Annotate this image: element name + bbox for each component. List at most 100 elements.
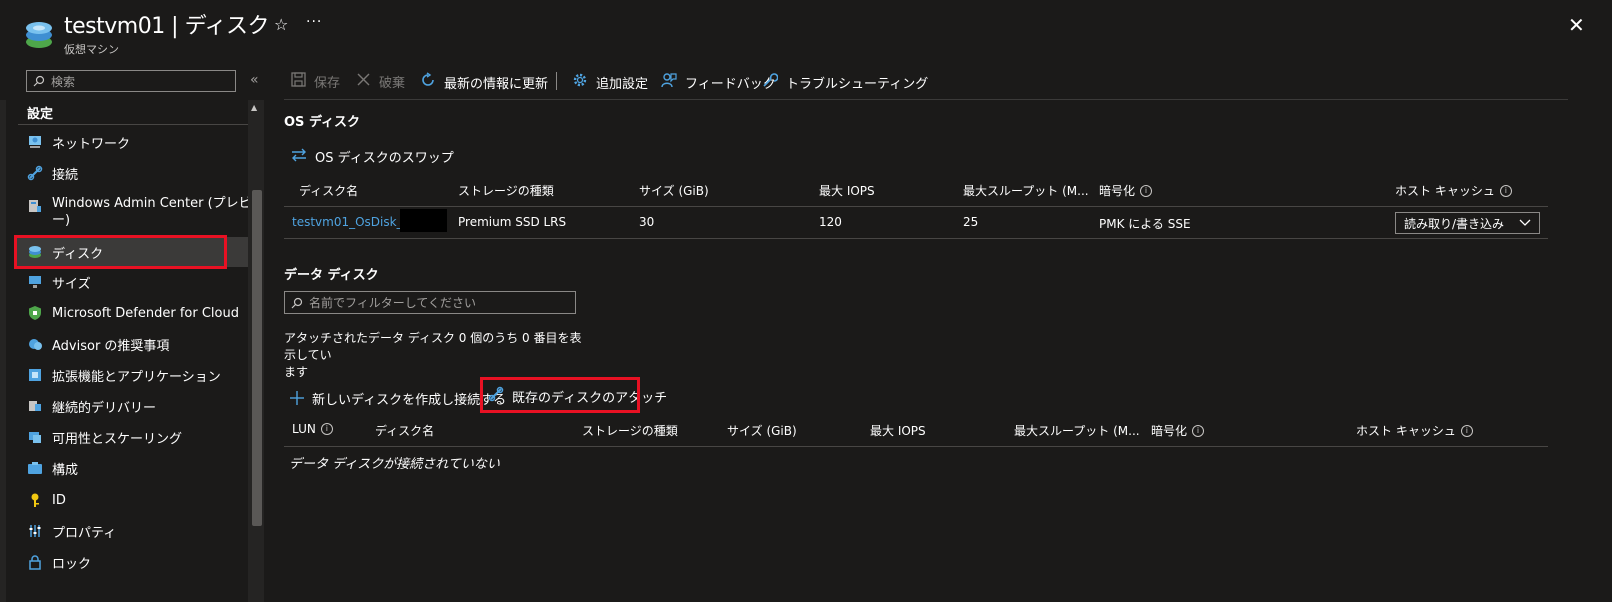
nav-item-label: サイズ [52, 276, 91, 292]
favorite-star-icon[interactable]: ☆ [274, 15, 288, 34]
more-options-icon[interactable]: ··· [306, 14, 322, 30]
highlight-box-attach [480, 377, 640, 413]
nav-item-label: 接続 [52, 167, 79, 183]
data-table-divider [284, 446, 1548, 447]
defender-icon [26, 304, 44, 322]
feedback-icon [661, 72, 677, 92]
nav-search-input[interactable]: 検索 [26, 70, 236, 92]
data-col-lun: LUN i [292, 422, 333, 436]
nav-item-availability[interactable]: 可用性とスケーリング [16, 422, 250, 452]
data-col-size: サイズ (GiB) [727, 424, 797, 438]
nav-item-extensions[interactable]: 拡張機能とアプリケーション [16, 360, 250, 390]
data-col-host-cache: ホスト キャッシュ i [1356, 422, 1473, 439]
os-disk-name-link[interactable]: testvm01_OsDisk_1_ [292, 215, 416, 229]
os-disk-size: 30 [639, 215, 655, 229]
info-icon[interactable]: i [1499, 184, 1512, 197]
gear-icon [572, 72, 588, 92]
data-col-lun-label: LUN [292, 422, 316, 436]
nav-item-label-line2: ー) [52, 213, 71, 228]
save-button[interactable]: 保存 [291, 72, 340, 91]
host-cache-select[interactable]: 読み取り/書き込み [1395, 212, 1540, 234]
refresh-button[interactable]: 最新の情報に更新 [420, 72, 548, 92]
create-attach-new-disk-button[interactable]: 新しいディスクを作成し接続する [290, 386, 506, 410]
nav-item-connect[interactable]: 接続 [16, 158, 250, 188]
collapse-nav-icon[interactable]: « [250, 72, 259, 88]
nav-item-windows-admin-center[interactable]: Windows Admin Center (プレビュ ー) [16, 191, 265, 233]
nav-item-lock[interactable]: ロック [16, 547, 250, 577]
os-col-max-throughput: 最大スループット (M... [963, 184, 1089, 198]
identity-icon [26, 491, 44, 509]
swap-icon [291, 148, 307, 166]
info-icon[interactable]: i [1140, 184, 1153, 197]
search-icon [291, 297, 303, 308]
close-icon[interactable]: ✕ [1568, 13, 1585, 37]
data-col-storage-type: ストレージの種類 [582, 424, 678, 438]
os-col-storage-type: ストレージの種類 [458, 184, 554, 198]
nav-item-size[interactable]: サイズ [16, 267, 250, 297]
os-disk-row: testvm01_OsDisk_1_ [292, 215, 416, 229]
advisor-icon [26, 335, 44, 353]
feedback-button[interactable]: フィードバック [661, 72, 776, 92]
toolbar-separator [556, 72, 557, 90]
nav-item-label: ロック [52, 556, 92, 572]
os-table-divider [284, 206, 1548, 207]
toolbar-divider [284, 99, 1568, 100]
data-disk-filter-input[interactable]: 名前でフィルターしてください [284, 291, 576, 314]
data-disk-count-line2: ます [284, 365, 309, 379]
nav-item-label: 継続的デリバリー [52, 400, 157, 416]
nav-item-label-multiline: Windows Admin Center (プレビュ ー) [52, 195, 265, 229]
plus-icon [290, 386, 304, 410]
wrench-icon [762, 72, 779, 92]
data-disk-title: データ ディスク [284, 268, 379, 283]
nav-item-label: 可用性とスケーリング [52, 431, 183, 447]
nav-item-identity[interactable]: ID [16, 485, 250, 515]
os-col-max-iops: 最大 IOPS [819, 184, 875, 198]
lock-icon [26, 553, 44, 571]
additional-settings-button[interactable]: 追加設定 [572, 72, 648, 92]
nav-item-label: ID [52, 492, 66, 508]
refresh-icon [420, 72, 436, 92]
search-icon [33, 75, 45, 87]
info-icon[interactable]: i [1460, 424, 1473, 437]
nav-item-label: プロパティ [52, 525, 117, 541]
nav-item-configuration[interactable]: 構成 [16, 453, 250, 483]
host-cache-value: 読み取り/書き込み [1404, 216, 1505, 231]
nav-item-properties[interactable]: プロパティ [16, 516, 250, 546]
left-edge-strip [0, 100, 6, 602]
os-col-encryption-label: 暗号化 [1099, 184, 1136, 198]
scroll-up-icon[interactable]: ▲ [251, 103, 257, 112]
data-col-disk-name: ディスク名 [375, 424, 435, 438]
nav-item-label-line1: Windows Admin Center (プレビュ [52, 196, 265, 211]
nav-item-label: ネットワーク [52, 136, 131, 152]
os-disk-encryption: PMK による SSE [1099, 217, 1191, 231]
extensions-icon [26, 366, 44, 384]
nav-item-network[interactable]: ネットワーク [16, 127, 250, 157]
save-icon [291, 72, 306, 91]
os-disk-throughput: 25 [963, 215, 979, 229]
create-attach-label: 新しいディスクを作成し接続する [312, 392, 507, 408]
refresh-label: 最新の情報に更新 [444, 76, 549, 92]
data-col-host-cache-label: ホスト キャッシュ [1356, 424, 1456, 438]
nav-scrollbar-thumb[interactable] [252, 190, 262, 526]
empty-data-disk-message: データ ディスクが接続されていない [289, 457, 500, 472]
nav-item-defender[interactable]: Microsoft Defender for Cloud [16, 298, 250, 328]
nav-item-delivery[interactable]: 継続的デリバリー [16, 391, 250, 421]
discard-x-icon [356, 72, 371, 91]
troubleshoot-button[interactable]: トラブルシューティング [762, 72, 928, 92]
vm-disk-icon [26, 22, 52, 48]
swap-os-disk-button[interactable]: OS ディスクのスワップ [291, 147, 454, 166]
info-icon[interactable]: i [1192, 424, 1205, 437]
nav-item-advisor[interactable]: Advisor の推奨事項 [16, 329, 250, 359]
nav-item-label: Advisor の推奨事項 [52, 338, 170, 354]
redacted-block [400, 209, 447, 232]
data-disk-count-line1: アタッチされたデータ ディスク 0 個のうち 0 番目を表示してい [284, 331, 582, 362]
page-subtitle: 仮想マシン [64, 43, 119, 56]
os-col-host-cache-label: ホスト キャッシュ [1395, 184, 1495, 198]
data-col-max-throughput: 最大スループット (M... [1014, 424, 1140, 438]
os-col-encryption: 暗号化 i [1099, 182, 1153, 199]
nav-item-label: 拡張機能とアプリケーション [52, 369, 221, 385]
discard-button[interactable]: 破棄 [356, 72, 405, 91]
data-disk-count-text: アタッチされたデータ ディスク 0 個のうち 0 番目を表示してい ます [284, 330, 584, 381]
filter-placeholder: 名前でフィルターしてください [309, 296, 477, 310]
info-icon[interactable]: i [320, 423, 333, 435]
